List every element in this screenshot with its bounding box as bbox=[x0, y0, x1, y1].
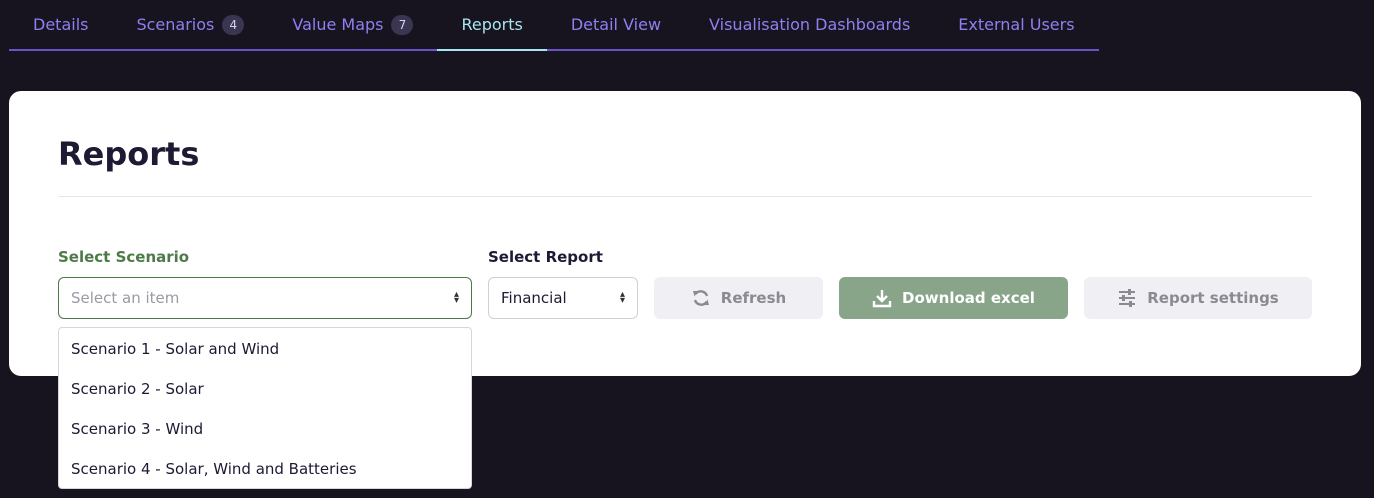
page-title: Reports bbox=[58, 135, 200, 173]
tab-label: Scenarios bbox=[136, 15, 215, 34]
scenario-select[interactable]: Select an item ▴ ▾ bbox=[58, 277, 472, 319]
select-caret-icon: ▴ ▾ bbox=[453, 289, 459, 306]
download-icon bbox=[872, 288, 892, 308]
dropdown-option[interactable]: Scenario 3 - Wind bbox=[59, 409, 471, 449]
refresh-icon bbox=[691, 288, 711, 308]
refresh-label: Refresh bbox=[720, 289, 787, 307]
tab-label: Reports bbox=[461, 15, 523, 34]
report-select[interactable]: Financial ▴ ▾ bbox=[488, 277, 638, 319]
report-settings-button[interactable]: Report settings bbox=[1084, 277, 1312, 319]
scenario-dropdown-menu: Scenario 1 - Solar and Wind Scenario 2 -… bbox=[58, 327, 472, 489]
refresh-button[interactable]: Refresh bbox=[654, 277, 823, 319]
tab-bar: Details Scenarios 4 Value Maps 7 Reports… bbox=[9, 0, 1099, 51]
download-label: Download excel bbox=[902, 289, 1035, 307]
tab-label: Details bbox=[33, 15, 89, 34]
tab-reports[interactable]: Reports bbox=[437, 0, 548, 51]
settings-label: Report settings bbox=[1147, 289, 1279, 307]
count-badge: 4 bbox=[222, 14, 245, 35]
dropdown-option[interactable]: Scenario 2 - Solar bbox=[59, 369, 471, 409]
tab-label: Detail View bbox=[570, 15, 662, 34]
scenario-label: Select Scenario bbox=[58, 248, 190, 266]
download-excel-button[interactable]: Download excel bbox=[839, 277, 1068, 319]
count-badge: 7 bbox=[391, 14, 414, 35]
tab-visualisation-dashboards[interactable]: Visualisation Dashboards bbox=[685, 0, 934, 49]
sliders-icon bbox=[1117, 288, 1137, 308]
scenario-placeholder: Select an item bbox=[71, 289, 180, 307]
tab-scenarios[interactable]: Scenarios 4 bbox=[112, 0, 268, 49]
tab-detail-view[interactable]: Detail View bbox=[547, 0, 685, 49]
tab-label: Visualisation Dashboards bbox=[709, 15, 911, 34]
tab-label: Value Maps bbox=[292, 15, 384, 34]
select-caret-icon: ▴ ▾ bbox=[619, 289, 625, 306]
divider bbox=[58, 196, 1312, 197]
dropdown-option[interactable]: Scenario 4 - Solar, Wind and Batteries bbox=[59, 449, 471, 489]
tab-label: External Users bbox=[958, 15, 1075, 34]
report-value: Financial bbox=[501, 289, 567, 307]
dropdown-option[interactable]: Scenario 1 - Solar and Wind bbox=[59, 329, 471, 369]
tab-external-users[interactable]: External Users bbox=[934, 0, 1098, 49]
report-label: Select Report bbox=[488, 248, 603, 266]
tab-value-maps[interactable]: Value Maps 7 bbox=[268, 0, 437, 49]
tab-details[interactable]: Details bbox=[9, 0, 112, 49]
